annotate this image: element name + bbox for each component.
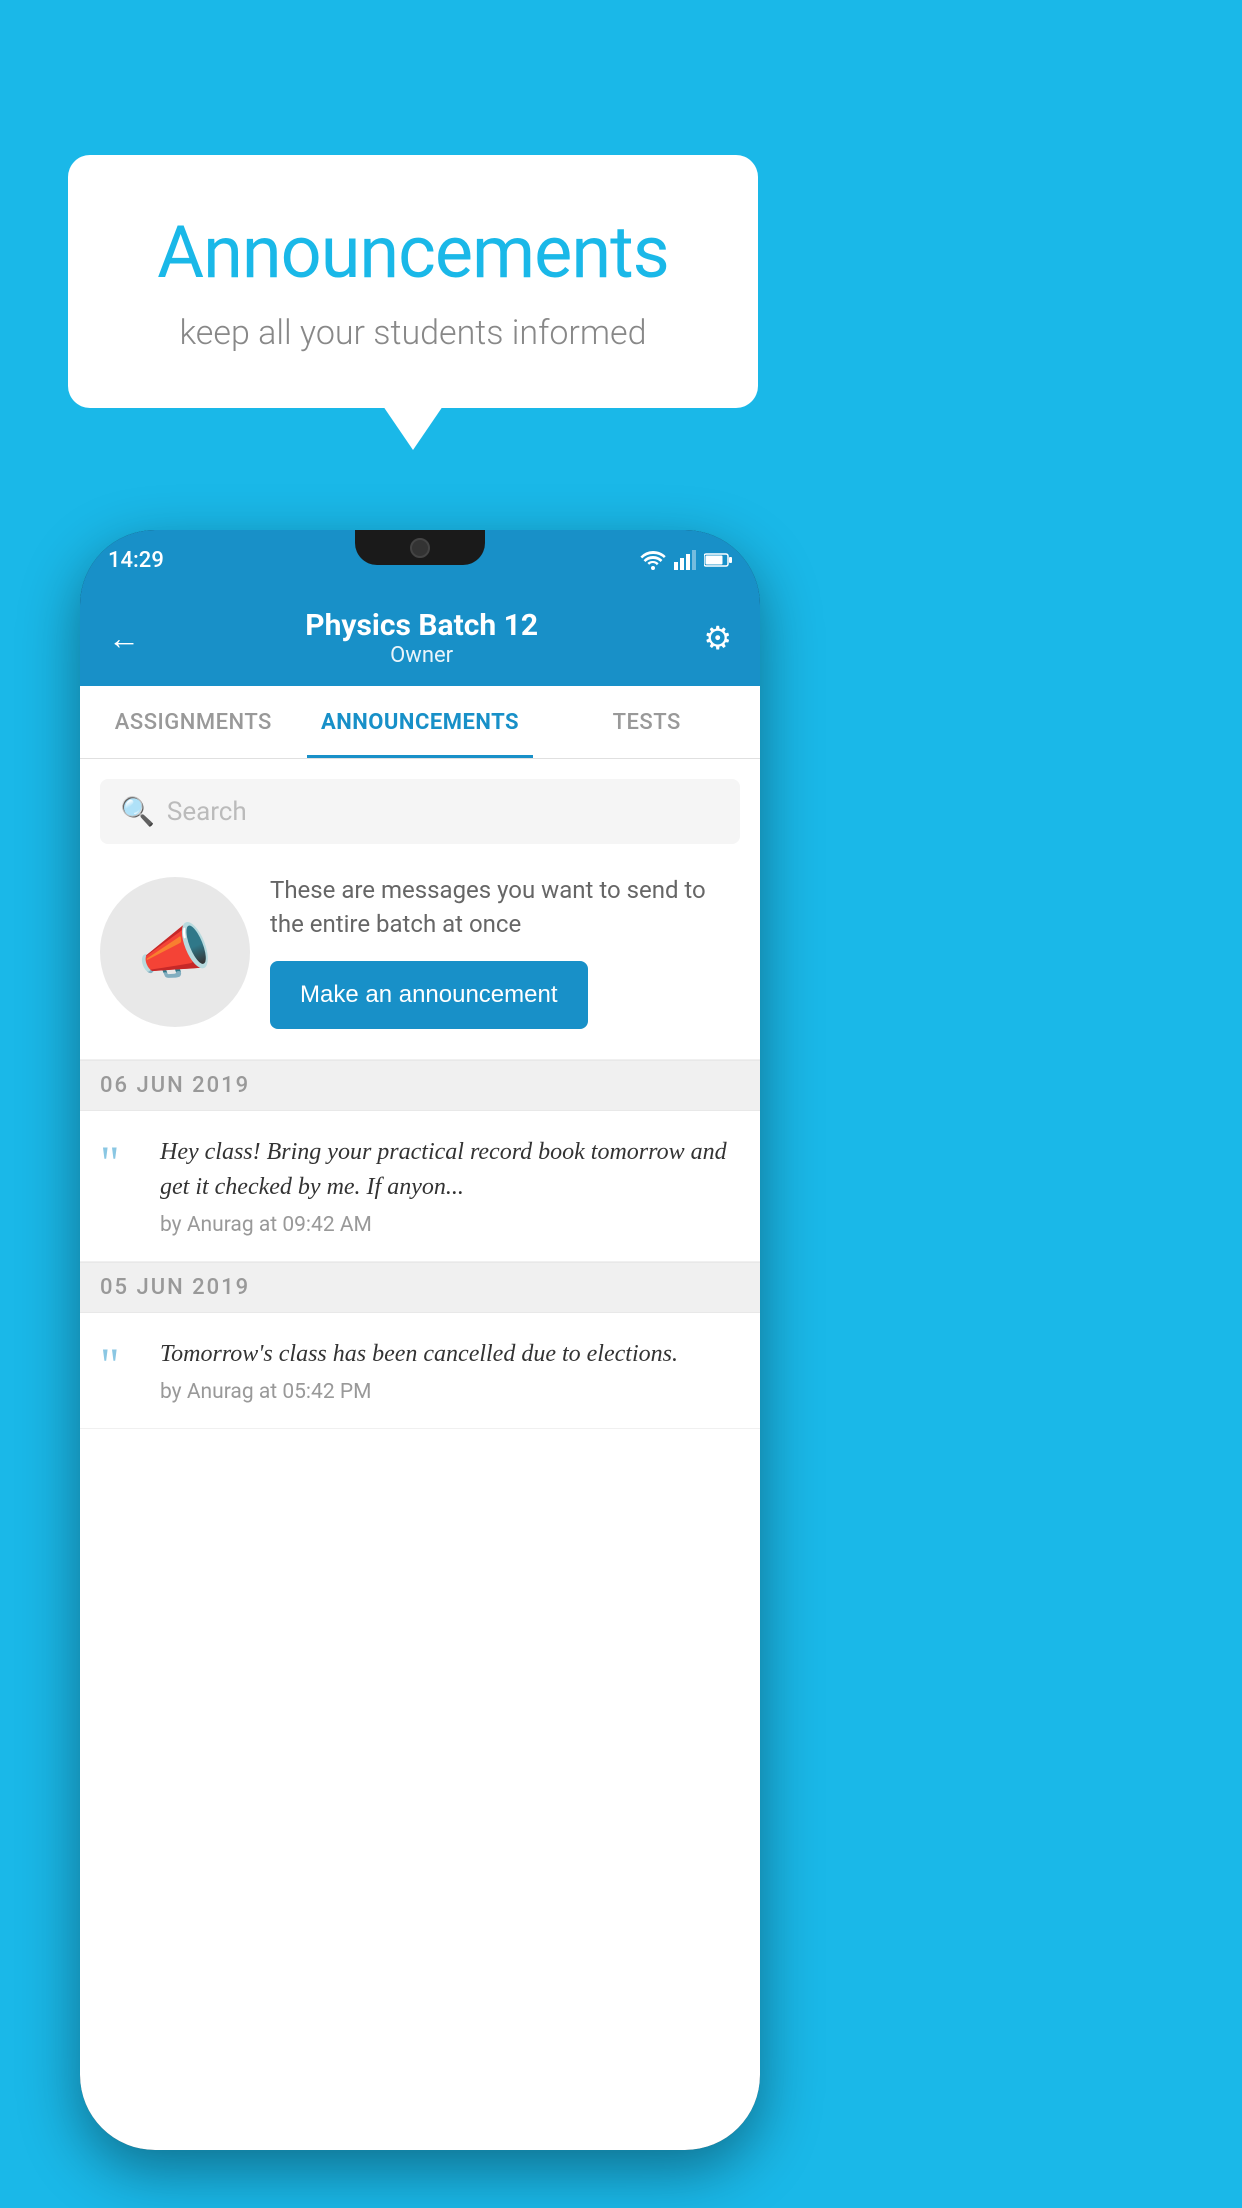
- announcement-meta-1: by Anurag at 09:42 AM: [160, 1213, 740, 1237]
- date-separator-1: 06 JUN 2019: [80, 1060, 760, 1111]
- settings-button[interactable]: ⚙: [703, 619, 732, 657]
- announcement-text-2: Tomorrow's class has been cancelled due …: [160, 1337, 740, 1372]
- announcements-title: Announcements: [118, 210, 708, 295]
- batch-role: Owner: [140, 643, 703, 668]
- announcements-subtitle: keep all your students informed: [118, 313, 708, 353]
- announcement-item-2: " Tomorrow's class has been cancelled du…: [80, 1313, 760, 1429]
- speech-bubble-section: Announcements keep all your students inf…: [68, 155, 758, 408]
- announcement-body-1: Hey class! Bring your practical record b…: [160, 1135, 740, 1237]
- signal-icon: [674, 550, 696, 570]
- tab-announcements[interactable]: ANNOUNCEMENTS: [307, 686, 534, 758]
- search-icon: 🔍: [120, 795, 155, 828]
- batch-title: Physics Batch 12: [140, 608, 703, 643]
- search-placeholder: Search: [167, 797, 247, 827]
- header-title-area: Physics Batch 12 Owner: [140, 608, 703, 668]
- status-icons: [640, 550, 732, 570]
- app-header: ← Physics Batch 12 Owner ⚙: [80, 590, 760, 686]
- promo-right: These are messages you want to send to t…: [270, 874, 740, 1029]
- tab-tests[interactable]: TESTS: [533, 686, 760, 758]
- announcement-promo: 📣 These are messages you want to send to…: [80, 844, 760, 1060]
- battery-icon: [704, 552, 732, 568]
- announcement-meta-2: by Anurag at 05:42 PM: [160, 1380, 740, 1404]
- quote-icon-2: ": [100, 1342, 140, 1390]
- back-button[interactable]: ←: [108, 619, 140, 657]
- announcement-body-2: Tomorrow's class has been cancelled due …: [160, 1337, 740, 1404]
- camera-notch: [410, 538, 430, 558]
- speech-bubble: Announcements keep all your students inf…: [68, 155, 758, 408]
- make-announcement-button[interactable]: Make an announcement: [270, 961, 588, 1029]
- phone-frame: 14:29 ← Physics Batch 12: [80, 530, 760, 2150]
- quote-icon-1: ": [100, 1140, 140, 1188]
- promo-icon-circle: 📣: [100, 877, 250, 1027]
- announcement-text-1: Hey class! Bring your practical record b…: [160, 1135, 740, 1205]
- megaphone-icon: 📣: [138, 916, 213, 987]
- announcement-item-1: " Hey class! Bring your practical record…: [80, 1111, 760, 1262]
- screen-content: 🔍 Search 📣 These are messages you want t…: [80, 759, 760, 2150]
- wifi-icon: [640, 550, 666, 570]
- search-bar[interactable]: 🔍 Search: [100, 779, 740, 844]
- status-bar: 14:29: [80, 530, 760, 590]
- promo-description: These are messages you want to send to t…: [270, 874, 740, 941]
- phone-notch: [355, 530, 485, 565]
- date-separator-2: 05 JUN 2019: [80, 1262, 760, 1313]
- tabs-bar: ASSIGNMENTS ANNOUNCEMENTS TESTS: [80, 686, 760, 759]
- status-time: 14:29: [108, 548, 164, 573]
- tab-assignments[interactable]: ASSIGNMENTS: [80, 686, 307, 758]
